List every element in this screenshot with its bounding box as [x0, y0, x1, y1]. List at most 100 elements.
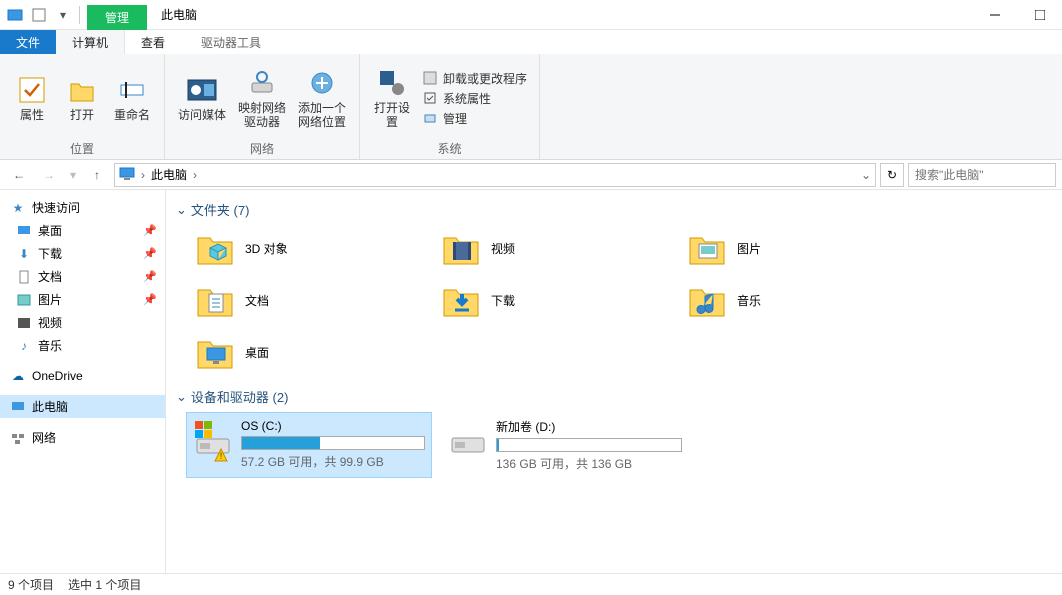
refresh-button[interactable]: ↻ [880, 163, 904, 187]
map-drive-icon [246, 67, 278, 99]
folder-item[interactable]: 桌面 [192, 329, 430, 375]
nav-videos[interactable]: 视频 [0, 311, 165, 334]
access-media-button[interactable]: 访问媒体 [173, 72, 231, 124]
cloud-icon: ☁ [10, 368, 26, 384]
section-drives-header[interactable]: ⌄设备和驱动器 (2) [176, 383, 1052, 412]
sysprops-label: 系统属性 [443, 90, 491, 107]
system-menu-icon[interactable] [4, 4, 26, 26]
manage-label: 管理 [443, 110, 467, 127]
drive-progress [241, 436, 425, 450]
address-dropdown-icon[interactable]: ⌄ [861, 168, 871, 182]
ribbon-group-system: 打开设置 卸载或更改程序 系统属性 管理 系统 [360, 54, 540, 159]
qat-chevron-icon[interactable]: ▾ [52, 4, 74, 26]
folder-label: 桌面 [245, 344, 269, 361]
address-bar: ← → ▾ ↑ › 此电脑 › ⌄ ↻ [0, 160, 1062, 190]
sysprops-icon [422, 90, 438, 106]
chevron-right-icon[interactable]: › [193, 168, 197, 182]
folder-icon [441, 228, 481, 268]
open-button[interactable]: 打开 [58, 72, 106, 124]
nav-music[interactable]: ♪音乐 [0, 334, 165, 357]
props-button[interactable]: 属性 [8, 72, 56, 124]
title-bar: ▾ 管理 此电脑 [0, 0, 1062, 30]
check-icon [16, 74, 48, 106]
chevron-down-icon: ⌄ [176, 389, 187, 405]
open-settings-button[interactable]: 打开设置 [368, 65, 416, 131]
folder-label: 文档 [245, 292, 269, 309]
section-folders-header[interactable]: ⌄文件夹 (7) [176, 196, 1052, 225]
pin-icon: 📌 [143, 270, 157, 283]
drive-sub: 57.2 GB 可用，共 99.9 GB [241, 453, 425, 470]
download-icon: ⬇ [16, 246, 32, 262]
maximize-button[interactable] [1017, 0, 1062, 30]
star-icon: ★ [10, 200, 26, 216]
folder-label: 下载 [491, 292, 515, 309]
map-drive-button[interactable]: 映射网络驱动器 [233, 65, 291, 131]
search-input[interactable] [908, 163, 1056, 187]
rename-label: 重命名 [114, 108, 150, 122]
manage-button[interactable]: 管理 [422, 110, 527, 127]
nav-desktop[interactable]: 桌面📌 [0, 219, 165, 242]
map-drive-label: 映射网络驱动器 [235, 101, 289, 129]
breadcrumb-thispc[interactable]: 此电脑 [151, 166, 187, 183]
open-label: 打开 [70, 108, 94, 122]
pin-icon: 📌 [143, 224, 157, 237]
folder-item[interactable]: 文档 [192, 277, 430, 323]
status-selected: 选中 1 个项目 [68, 576, 141, 593]
history-dropdown[interactable]: ▾ [66, 162, 80, 188]
ribbon: 属性 打开 重命名 位置 访问媒体 映射网络驱动器 [0, 54, 1062, 160]
folder-item[interactable]: 3D 对象 [192, 225, 430, 271]
folder-item[interactable]: 音乐 [684, 277, 922, 323]
uninstall-button[interactable]: 卸载或更改程序 [422, 70, 527, 87]
drive-progress [496, 438, 682, 452]
drive-label: 新加卷 (D:) [496, 418, 682, 435]
documents-icon [16, 269, 32, 285]
drive-icon [448, 418, 488, 462]
folder-item[interactable]: 视频 [438, 225, 676, 271]
folder-icon [195, 228, 235, 268]
chevron-right-icon[interactable]: › [141, 168, 145, 182]
address-box[interactable]: › 此电脑 › ⌄ [114, 163, 876, 187]
nav-onedrive[interactable]: ☁OneDrive [0, 365, 165, 387]
media-icon [186, 74, 218, 106]
back-button[interactable]: ← [6, 162, 32, 188]
ribbon-group-network: 访问媒体 映射网络驱动器 添加一个网络位置 网络 [165, 54, 360, 159]
tab-computer[interactable]: 计算机 [56, 30, 125, 54]
add-location-icon [306, 67, 338, 99]
add-location-button[interactable]: 添加一个网络位置 [293, 65, 351, 131]
rename-button[interactable]: 重命名 [108, 72, 156, 124]
media-label: 访问媒体 [178, 108, 226, 122]
folder-icon [687, 228, 727, 268]
folder-item[interactable]: 图片 [684, 225, 922, 271]
contextual-tab-manage[interactable]: 管理 [87, 5, 147, 30]
drive-item[interactable]: !OS (C:)57.2 GB 可用，共 99.9 GB [186, 412, 432, 478]
folder-label: 视频 [491, 240, 515, 257]
nav-thispc[interactable]: 此电脑 [0, 395, 165, 418]
tab-file[interactable]: 文件 [0, 30, 56, 54]
drive-label: OS (C:) [241, 419, 425, 433]
qat-item-icon[interactable] [28, 4, 50, 26]
add-location-label: 添加一个网络位置 [295, 101, 349, 129]
minimize-button[interactable] [972, 0, 1017, 30]
ribbon-group-location: 属性 打开 重命名 位置 [0, 54, 165, 159]
network-icon [10, 430, 26, 446]
folder-open-icon [66, 74, 98, 106]
folder-icon [195, 280, 235, 320]
up-button[interactable]: ↑ [84, 162, 110, 188]
nav-downloads[interactable]: ⬇下载📌 [0, 242, 165, 265]
tab-drive-tools[interactable]: 驱动器工具 [185, 30, 277, 54]
sysprops-button[interactable]: 系统属性 [422, 90, 527, 107]
nav-network[interactable]: 网络 [0, 426, 165, 449]
gear-icon [376, 67, 408, 99]
navigation-pane: ★快速访问 桌面📌 ⬇下载📌 文档📌 图片📌 视频 ♪音乐 ☁OneDrive … [0, 190, 166, 573]
nav-quick-access[interactable]: ★快速访问 [0, 196, 165, 219]
nav-pictures[interactable]: 图片📌 [0, 288, 165, 311]
drive-item[interactable]: 新加卷 (D:)136 GB 可用，共 136 GB [442, 412, 688, 478]
folder-item[interactable]: 下载 [438, 277, 676, 323]
tab-view[interactable]: 查看 [125, 30, 181, 54]
pin-icon: 📌 [143, 247, 157, 260]
props-label: 属性 [20, 108, 44, 122]
uninstall-icon [422, 70, 438, 86]
nav-documents[interactable]: 文档📌 [0, 265, 165, 288]
forward-button[interactable]: → [36, 162, 62, 188]
ribbon-tabs: 文件 计算机 查看 驱动器工具 [0, 30, 1062, 54]
